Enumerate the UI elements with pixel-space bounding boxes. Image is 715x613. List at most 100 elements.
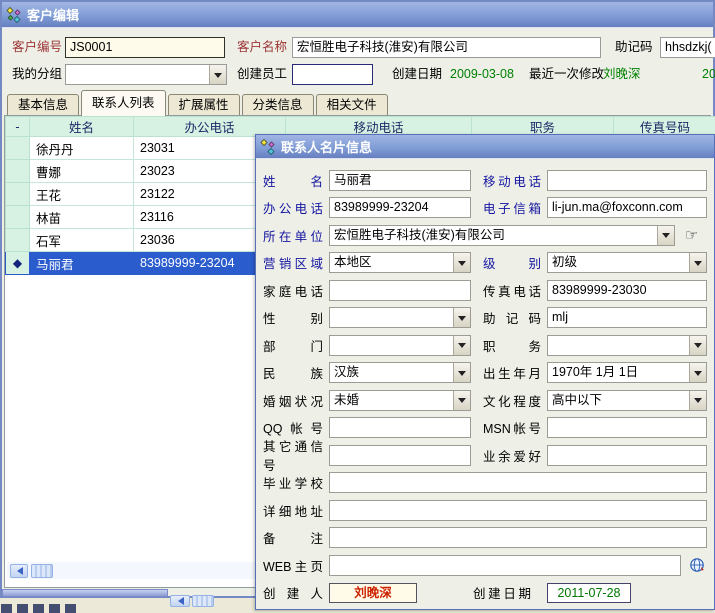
row-selector-header[interactable]: - xyxy=(6,117,30,137)
mnemonic-input[interactable]: hhsdzkj( xyxy=(660,37,715,58)
field-row: 备注 xyxy=(263,526,707,550)
globe-icon[interactable] xyxy=(689,557,705,573)
dialog-diamonds-icon xyxy=(260,139,276,155)
web-label: WEB主页 xyxy=(263,556,323,575)
cell-name[interactable]: 徐丹丹 xyxy=(30,137,134,160)
qq-label: QQ帐号 xyxy=(263,418,323,437)
chevron-down-icon[interactable] xyxy=(453,336,470,355)
window-title: 客户编辑 xyxy=(27,5,79,24)
chevron-down-icon[interactable] xyxy=(453,363,470,382)
email-input[interactable]: li-jun.ma@foxconn.com xyxy=(547,197,707,218)
chevron-down-icon[interactable] xyxy=(453,308,470,327)
row-selector-cell[interactable] xyxy=(6,183,30,206)
field-row: 部门 职务 xyxy=(263,333,707,357)
tab-contact-list[interactable]: 联系人列表 xyxy=(81,90,166,116)
last-modified-by: 刘晚深 xyxy=(603,64,641,85)
chevron-down-icon[interactable] xyxy=(209,65,226,84)
address-input[interactable] xyxy=(329,500,707,521)
position-combo[interactable] xyxy=(547,335,707,356)
remark-input[interactable] xyxy=(329,527,707,548)
birth-combo[interactable]: 1970年 1月 1日 xyxy=(547,362,707,383)
row-selector-cell[interactable] xyxy=(6,229,30,252)
name-input[interactable]: 马丽君 xyxy=(329,170,471,191)
field-row: 毕业学校 xyxy=(263,471,707,495)
cell-name[interactable]: 石军 xyxy=(30,229,134,252)
cell-name[interactable]: 曹娜 xyxy=(30,160,134,183)
row-selector-cell[interactable] xyxy=(6,206,30,229)
hobby-label: 业余爱好 xyxy=(483,446,541,465)
chevron-down-icon[interactable] xyxy=(689,253,706,272)
cell-name[interactable]: 林苗 xyxy=(30,206,134,229)
scrollbar-thumb[interactable] xyxy=(31,564,53,578)
scroll-left-button[interactable] xyxy=(10,564,28,578)
create-employee-input[interactable] xyxy=(292,64,373,85)
gender-combo[interactable] xyxy=(329,307,471,328)
ethnicity-value: 汉族 xyxy=(330,363,453,382)
web-input[interactable] xyxy=(329,555,681,576)
dialog-title: 联系人名片信息 xyxy=(281,137,372,156)
other-contact-input[interactable] xyxy=(329,445,471,466)
chevron-down-icon xyxy=(453,253,470,272)
creator-label: 创建人 xyxy=(263,583,323,602)
background-scrollbar-thumb[interactable] xyxy=(192,595,214,607)
field-row: 家庭电话 传真电话 83989999-23030 xyxy=(263,278,707,302)
creator-row: 创建人 刘晚深 创建日期 2011-07-28 xyxy=(263,581,707,605)
tab-bar: 基本信息 联系人列表 扩展属性 分类信息 相关文件 xyxy=(4,90,711,116)
created-date-label: 创建日期 xyxy=(473,583,531,602)
tab-category-info[interactable]: 分类信息 xyxy=(242,94,314,116)
fax-label: 传真电话 xyxy=(483,281,541,300)
chevron-down-icon[interactable] xyxy=(689,336,706,355)
field-row: 所在单位 宏恒胜电子科技(淮安)有限公司 ☞ xyxy=(263,223,707,247)
chevron-down-icon[interactable] xyxy=(689,391,706,410)
row-selector-cell[interactable] xyxy=(6,137,30,160)
customer-name-label: 客户名称 xyxy=(237,37,287,58)
tab-related-files[interactable]: 相关文件 xyxy=(316,94,388,116)
school-label: 毕业学校 xyxy=(263,473,323,492)
chevron-down-icon[interactable] xyxy=(689,363,706,382)
mnemonic-label: 助记码 xyxy=(615,37,653,58)
field-row: WEB主页 xyxy=(263,553,707,577)
office-phone-input[interactable]: 83989999-23204 xyxy=(329,197,471,218)
background-scroll-left-button[interactable] xyxy=(170,595,190,607)
app-diamonds-icon xyxy=(6,7,22,23)
column-header-name[interactable]: 姓名 xyxy=(30,117,134,137)
company-combo[interactable]: 宏恒胜电子科技(淮安)有限公司 xyxy=(329,225,675,246)
school-input[interactable] xyxy=(329,472,707,493)
marital-value: 未婚 xyxy=(330,391,453,410)
education-value: 高中以下 xyxy=(548,391,689,410)
screen: 客户编辑 客户编号 JS0001 客户名称 宏恒胜电子科技(淮安)有限公司 助记… xyxy=(0,0,715,613)
selected-row-marker-icon: ◆ xyxy=(13,256,22,270)
chevron-down-icon[interactable] xyxy=(657,226,674,245)
row-selector-cell[interactable] xyxy=(6,160,30,183)
ethnicity-combo[interactable]: 汉族 xyxy=(329,362,471,383)
marital-combo[interactable]: 未婚 xyxy=(329,390,471,411)
window-titlebar[interactable]: 客户编辑 xyxy=(2,2,713,28)
tab-basic-info[interactable]: 基本信息 xyxy=(7,94,79,116)
created-date-value-box: 2011-07-28 xyxy=(547,583,631,603)
customer-id-input[interactable]: JS0001 xyxy=(65,37,225,58)
dialog-titlebar[interactable]: 联系人名片信息 xyxy=(256,135,714,159)
hobby-input[interactable] xyxy=(547,445,707,466)
level-combo[interactable]: 初级 xyxy=(547,252,707,273)
tab-extended-attrs[interactable]: 扩展属性 xyxy=(168,94,240,116)
my-group-combo[interactable] xyxy=(65,64,227,85)
qq-input[interactable] xyxy=(329,417,471,438)
mobile-input[interactable] xyxy=(547,170,707,191)
cell-name[interactable]: 马丽君 xyxy=(30,252,134,275)
education-combo[interactable]: 高中以下 xyxy=(547,390,707,411)
mnemonic-input[interactable]: mlj xyxy=(547,307,707,328)
customer-name-input[interactable]: 宏恒胜电子科技(淮安)有限公司 xyxy=(292,37,601,58)
cell-name[interactable]: 王花 xyxy=(30,183,134,206)
row-selector-cell[interactable]: ◆ xyxy=(6,252,30,275)
fax-input[interactable]: 83989999-23030 xyxy=(547,280,707,301)
hand-pointer-icon[interactable]: ☞ xyxy=(685,225,698,246)
chevron-down-icon[interactable] xyxy=(453,391,470,410)
home-phone-input[interactable] xyxy=(329,280,471,301)
department-combo[interactable] xyxy=(329,335,471,356)
scroll-left-arrow-icon xyxy=(174,597,184,605)
department-value xyxy=(330,336,453,355)
msn-input[interactable] xyxy=(547,417,707,438)
create-employee-label: 创建员工 xyxy=(237,64,287,85)
office-phone-label: 办公电话 xyxy=(263,198,323,217)
bottom-scroll-track[interactable] xyxy=(2,589,168,597)
